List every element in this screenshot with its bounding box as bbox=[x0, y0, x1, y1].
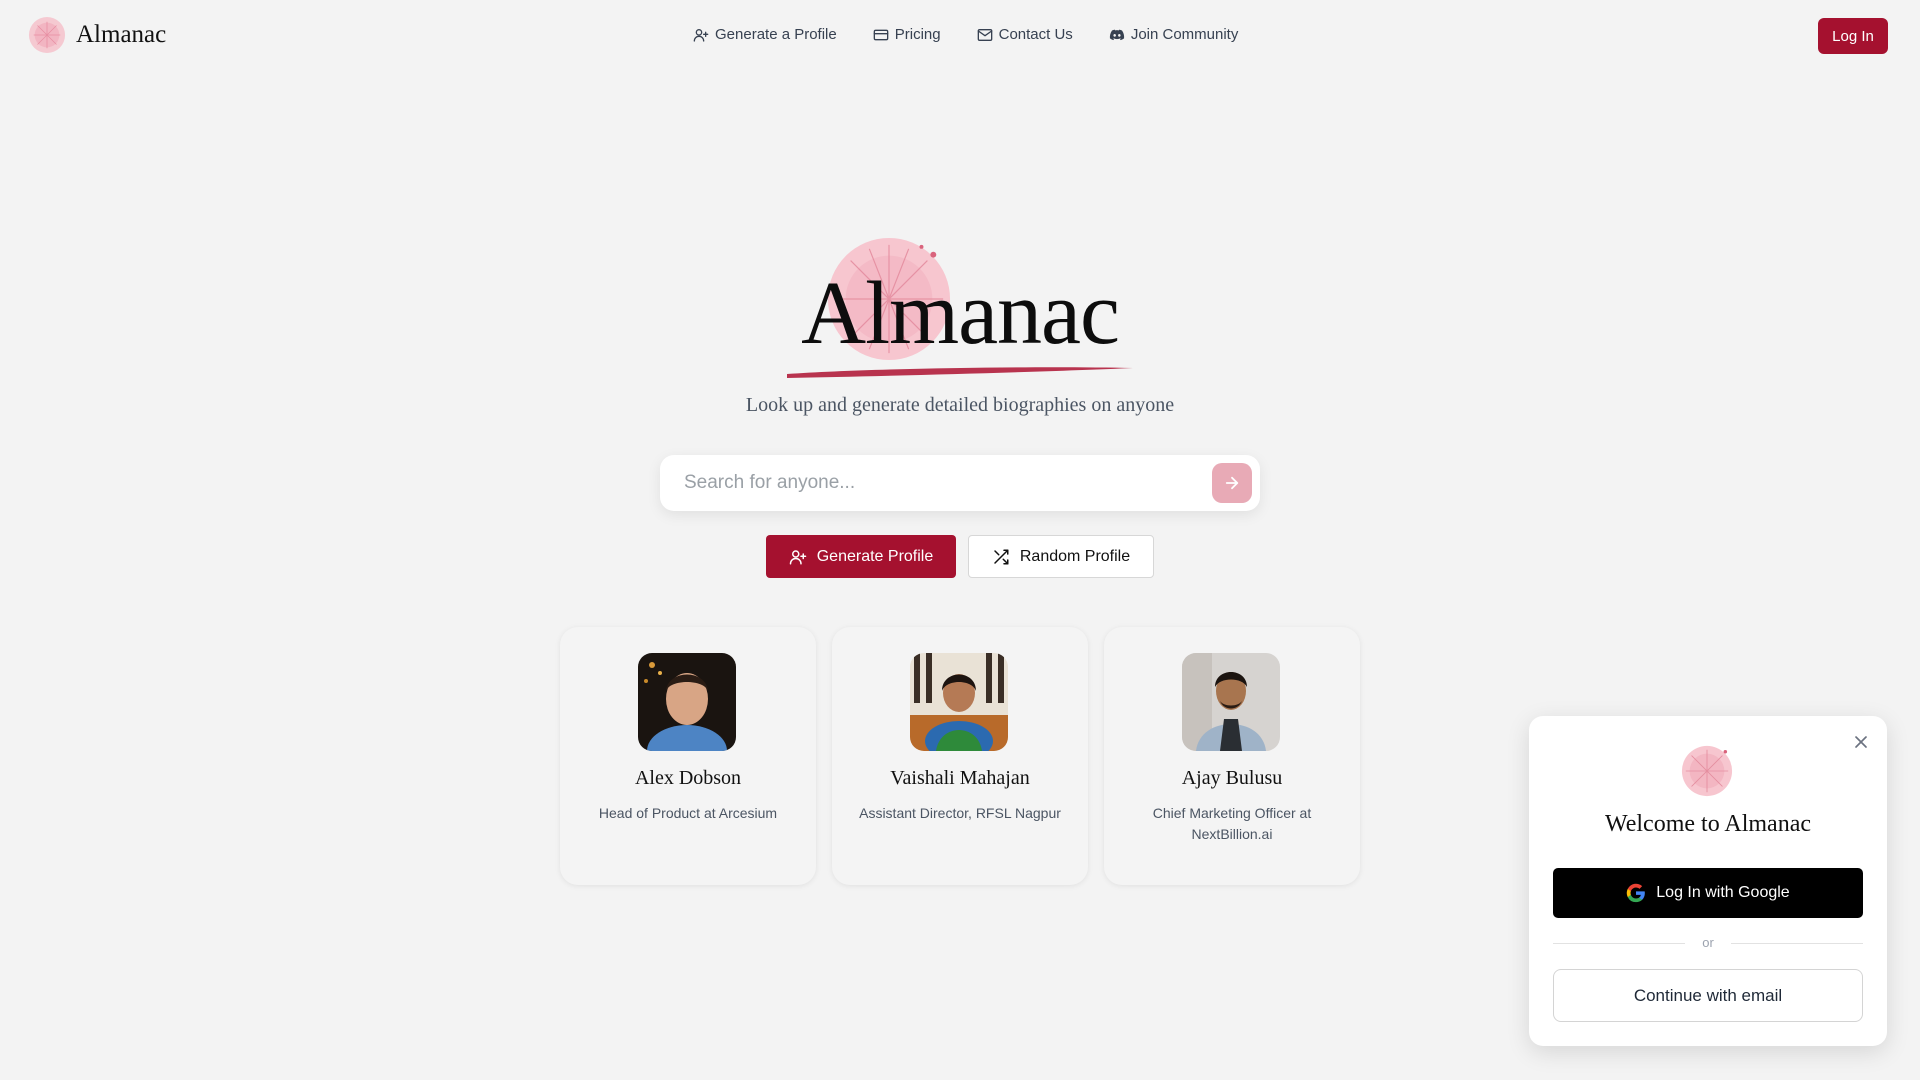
brand-home-link[interactable]: Almanac bbox=[28, 16, 166, 54]
top-navigation: Almanac Generate a Profile Pricing Conta… bbox=[0, 0, 1920, 72]
profile-photo-icon bbox=[1182, 653, 1280, 751]
google-icon bbox=[1627, 883, 1646, 903]
login-button[interactable]: Log In bbox=[1818, 18, 1888, 54]
nav-label: Pricing bbox=[894, 26, 941, 43]
brand-name: Almanac bbox=[76, 21, 167, 48]
nav-contact-us[interactable]: Contact Us bbox=[977, 26, 1073, 43]
random-profile-label: Random Profile bbox=[1019, 547, 1131, 565]
profile-card[interactable]: Ajay Bulusu Chief Marketing Officer at N… bbox=[1104, 627, 1360, 885]
almanac-logo-icon bbox=[1681, 745, 1733, 797]
profile-role: Chief Marketing Officer at NextBillion.a… bbox=[1152, 805, 1312, 842]
shuffle-icon bbox=[994, 549, 1009, 564]
hero-underline-decoration bbox=[787, 367, 1133, 378]
search-submit-button[interactable] bbox=[1212, 463, 1252, 503]
profile-photo-icon bbox=[638, 653, 736, 751]
avatar bbox=[638, 653, 736, 751]
nav-pricing[interactable]: Pricing bbox=[873, 26, 941, 43]
hero-tagline: Look up and generate detailed biographie… bbox=[745, 394, 1175, 416]
user-plus-icon bbox=[789, 549, 806, 564]
divider-line-right bbox=[1731, 943, 1863, 944]
profile-photo-icon bbox=[910, 653, 1008, 751]
nav-label: Generate a Profile bbox=[715, 26, 837, 43]
almanac-logo-icon bbox=[28, 16, 66, 54]
continue-with-email-button[interactable]: Continue with email bbox=[1553, 969, 1863, 1022]
profile-card[interactable]: Vaishali Mahajan Assistant Director, RFS… bbox=[832, 627, 1088, 885]
user-plus-icon bbox=[693, 28, 709, 42]
welcome-modal: Welcome to Almanac Log In with Google or… bbox=[1529, 716, 1887, 1046]
random-profile-button[interactable]: Random Profile bbox=[968, 535, 1154, 578]
profile-name: Alex Dobson bbox=[634, 767, 742, 789]
google-login-button[interactable]: Log In with Google bbox=[1553, 868, 1863, 918]
credit-card-icon bbox=[873, 29, 889, 40]
discord-icon bbox=[1109, 29, 1124, 40]
featured-profiles: Alex Dobson Head of Product at Arcesium … bbox=[560, 627, 1360, 885]
profile-name: Ajay Bulusu bbox=[1181, 767, 1283, 789]
mail-icon bbox=[977, 28, 992, 41]
profile-role: Assistant Director, RFSL Nagpur bbox=[859, 805, 1061, 821]
nav-label: Contact Us bbox=[998, 26, 1073, 43]
nav-generate-profile[interactable]: Generate a Profile bbox=[693, 26, 837, 43]
avatar bbox=[1182, 653, 1280, 751]
generate-profile-label: Generate Profile bbox=[816, 547, 934, 565]
main-nav: Generate a Profile Pricing Contact Us Jo… bbox=[693, 26, 1274, 43]
arrow-right-icon bbox=[1225, 476, 1239, 490]
nav-join-community[interactable]: Join Community bbox=[1109, 26, 1239, 43]
profile-card[interactable]: Alex Dobson Head of Product at Arcesium bbox=[560, 627, 816, 885]
generate-profile-button[interactable]: Generate Profile bbox=[766, 535, 956, 578]
search-bar bbox=[660, 455, 1260, 511]
close-icon[interactable] bbox=[1851, 732, 1871, 752]
google-login-label: Log In with Google bbox=[1656, 884, 1790, 901]
avatar bbox=[910, 653, 1008, 751]
search-input[interactable] bbox=[684, 455, 1184, 511]
hero-title: Almanac bbox=[801, 264, 1120, 363]
profile-name: Vaishali Mahajan bbox=[890, 767, 1030, 789]
nav-label: Join Community bbox=[1130, 26, 1239, 43]
profile-role: Head of Product at Arcesium bbox=[598, 805, 778, 821]
modal-title: Welcome to Almanac bbox=[1605, 811, 1811, 837]
